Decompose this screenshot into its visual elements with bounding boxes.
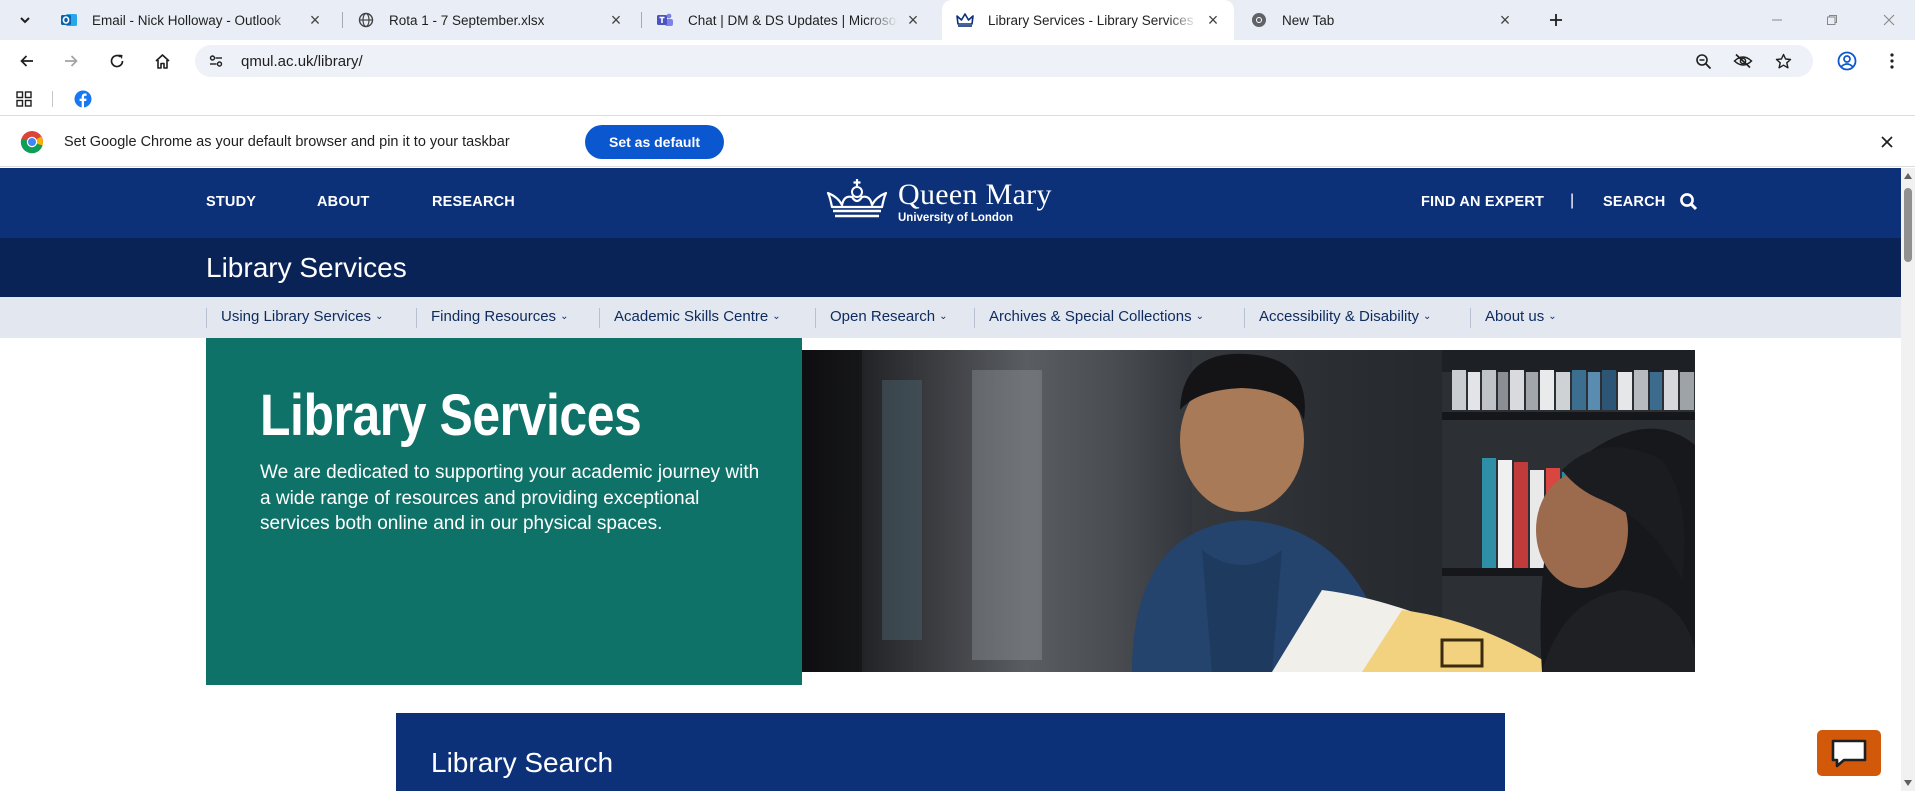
hero-description: We are dedicated to supporting your acad… — [260, 462, 760, 534]
library-search-title: Library Search — [431, 747, 614, 778]
apps-grid-icon[interactable] — [9, 84, 39, 114]
tab-rota[interactable]: Rota 1 - 7 September.xlsx × — [343, 0, 637, 40]
profile-icon[interactable] — [1832, 46, 1862, 76]
chrome-icon — [1250, 11, 1268, 29]
close-tab-icon[interactable]: × — [904, 11, 922, 29]
default-browser-infobar: Set Google Chrome as your default browse… — [0, 117, 1915, 167]
subnav-open-research[interactable]: Open Research ⌄ — [815, 308, 947, 328]
bookmarks-bar — [0, 82, 1915, 116]
subnav-academic-skills-centre[interactable]: Academic Skills Centre ⌄ — [599, 308, 781, 328]
subnav-using-library-services[interactable]: Using Library Services ⌄ — [206, 308, 383, 328]
browser-toolbar: qmul.ac.uk/library/ — [0, 40, 1915, 82]
section-title-bar: Library Services — [0, 238, 1901, 297]
close-tab-icon[interactable]: × — [1496, 11, 1514, 29]
tab-title: Library Services - Library Services — [988, 12, 1194, 28]
library-sub-nav: Using Library Services ⌄ Finding Resource… — [0, 297, 1901, 338]
nav-divider: | — [1570, 192, 1575, 209]
tab-search-icon[interactable] — [10, 5, 40, 35]
tab-library-services[interactable]: Library Services - Library Services × — [942, 0, 1234, 40]
nav-find-an-expert[interactable]: FIND AN EXPERT — [1421, 194, 1544, 210]
scroll-down-icon[interactable] — [1904, 780, 1912, 786]
close-window-icon[interactable] — [1874, 5, 1904, 35]
library-search-panel: Library Search — [396, 713, 1505, 791]
subnav-accessibility-disability[interactable]: Accessibility & Disability ⌄ — [1244, 308, 1431, 328]
infobar-message: Set Google Chrome as your default browse… — [64, 134, 510, 150]
browser-tab-strip: Email - Nick Holloway - Outlook × Rota 1… — [0, 0, 1915, 40]
page-scrollbar[interactable] — [1901, 168, 1915, 791]
chevron-down-icon: ⌄ — [772, 311, 781, 322]
hero-panel: Library Services We are dedicated to sup… — [206, 338, 802, 685]
restore-icon[interactable] — [1817, 5, 1847, 35]
close-tab-icon[interactable]: × — [607, 11, 625, 29]
scroll-up-icon[interactable] — [1904, 173, 1912, 179]
back-icon[interactable] — [12, 46, 42, 76]
qm-logo[interactable]: Queen Mary University of London — [826, 176, 1076, 230]
hero-photo-students-reading — [802, 350, 1695, 672]
close-tab-icon[interactable]: × — [306, 11, 324, 29]
chrome-logo-icon — [17, 127, 47, 157]
close-infobar-icon[interactable] — [1872, 127, 1902, 157]
nav-study[interactable]: STUDY — [206, 194, 256, 210]
globe-icon — [357, 11, 375, 29]
new-tab-icon[interactable] — [1541, 5, 1571, 35]
page-viewport: STUDY ABOUT RESEARCH Queen Mary Universi… — [0, 168, 1901, 791]
menu-icon[interactable] — [1877, 46, 1907, 76]
chevron-down-icon: ⌄ — [375, 311, 384, 322]
outlook-icon — [60, 11, 78, 29]
nav-about[interactable]: ABOUT — [317, 194, 370, 210]
tab-title: Email - Nick Holloway - Outlook — [92, 12, 282, 28]
chat-widget-button[interactable] — [1817, 730, 1881, 776]
hero-title: Library Services — [260, 383, 642, 448]
minimize-icon[interactable] — [1762, 5, 1792, 35]
chevron-down-icon: ⌄ — [1548, 311, 1557, 322]
bookmark-star-icon[interactable] — [1768, 46, 1798, 76]
tab-outlook[interactable]: Email - Nick Holloway - Outlook × — [46, 0, 336, 40]
subnav-archives-special-collections[interactable]: Archives & Special Collections ⌄ — [974, 308, 1204, 328]
nav-research[interactable]: RESEARCH — [432, 194, 515, 210]
url-text[interactable]: qmul.ac.uk/library/ — [241, 53, 363, 70]
tab-title: New Tab — [1282, 12, 1335, 28]
chevron-down-icon: ⌄ — [1195, 311, 1204, 322]
close-tab-icon[interactable]: × — [1204, 11, 1222, 29]
tab-title: Chat | DM & DS Updates | Microsoft Teams — [688, 12, 898, 28]
chevron-down-icon: ⌄ — [1423, 311, 1432, 322]
scrollbar-thumb[interactable] — [1904, 188, 1912, 262]
section-title[interactable]: Library Services — [206, 252, 407, 284]
bookmarks-divider — [52, 91, 53, 107]
tab-new-tab[interactable]: New Tab × — [1236, 0, 1526, 40]
set-as-default-button[interactable]: Set as default — [585, 125, 724, 159]
chat-bubble-icon — [1831, 739, 1867, 768]
chevron-down-icon: ⌄ — [939, 311, 948, 322]
site-header: STUDY ABOUT RESEARCH Queen Mary Universi… — [0, 168, 1901, 238]
subnav-finding-resources[interactable]: Finding Resources ⌄ — [416, 308, 568, 328]
qm-crown-logo-icon — [826, 179, 888, 218]
chevron-down-icon: ⌄ — [560, 311, 569, 322]
qm-crown-icon — [956, 11, 974, 29]
home-icon[interactable] — [147, 46, 177, 76]
address-bar[interactable]: qmul.ac.uk/library/ — [195, 45, 1813, 77]
forward-icon[interactable] — [56, 46, 86, 76]
teams-icon — [656, 11, 674, 29]
tab-title: Rota 1 - 7 September.xlsx — [389, 12, 545, 28]
nav-search[interactable]: SEARCH — [1603, 194, 1665, 210]
qm-logo-name: Queen Mary — [898, 178, 1052, 211]
zoom-icon[interactable] — [1688, 46, 1718, 76]
qm-logo-subtitle: University of London — [898, 212, 1013, 224]
subnav-about-us[interactable]: About us ⌄ — [1470, 308, 1557, 328]
search-icon[interactable] — [1679, 192, 1698, 211]
reload-icon[interactable] — [102, 46, 132, 76]
tab-teams[interactable]: Chat | DM & DS Updates | Microsoft Teams… — [642, 0, 934, 40]
facebook-icon[interactable] — [68, 84, 98, 114]
hero-photo-illustration — [802, 350, 1695, 672]
site-info-icon[interactable] — [201, 46, 231, 76]
eye-off-icon[interactable] — [1728, 46, 1758, 76]
